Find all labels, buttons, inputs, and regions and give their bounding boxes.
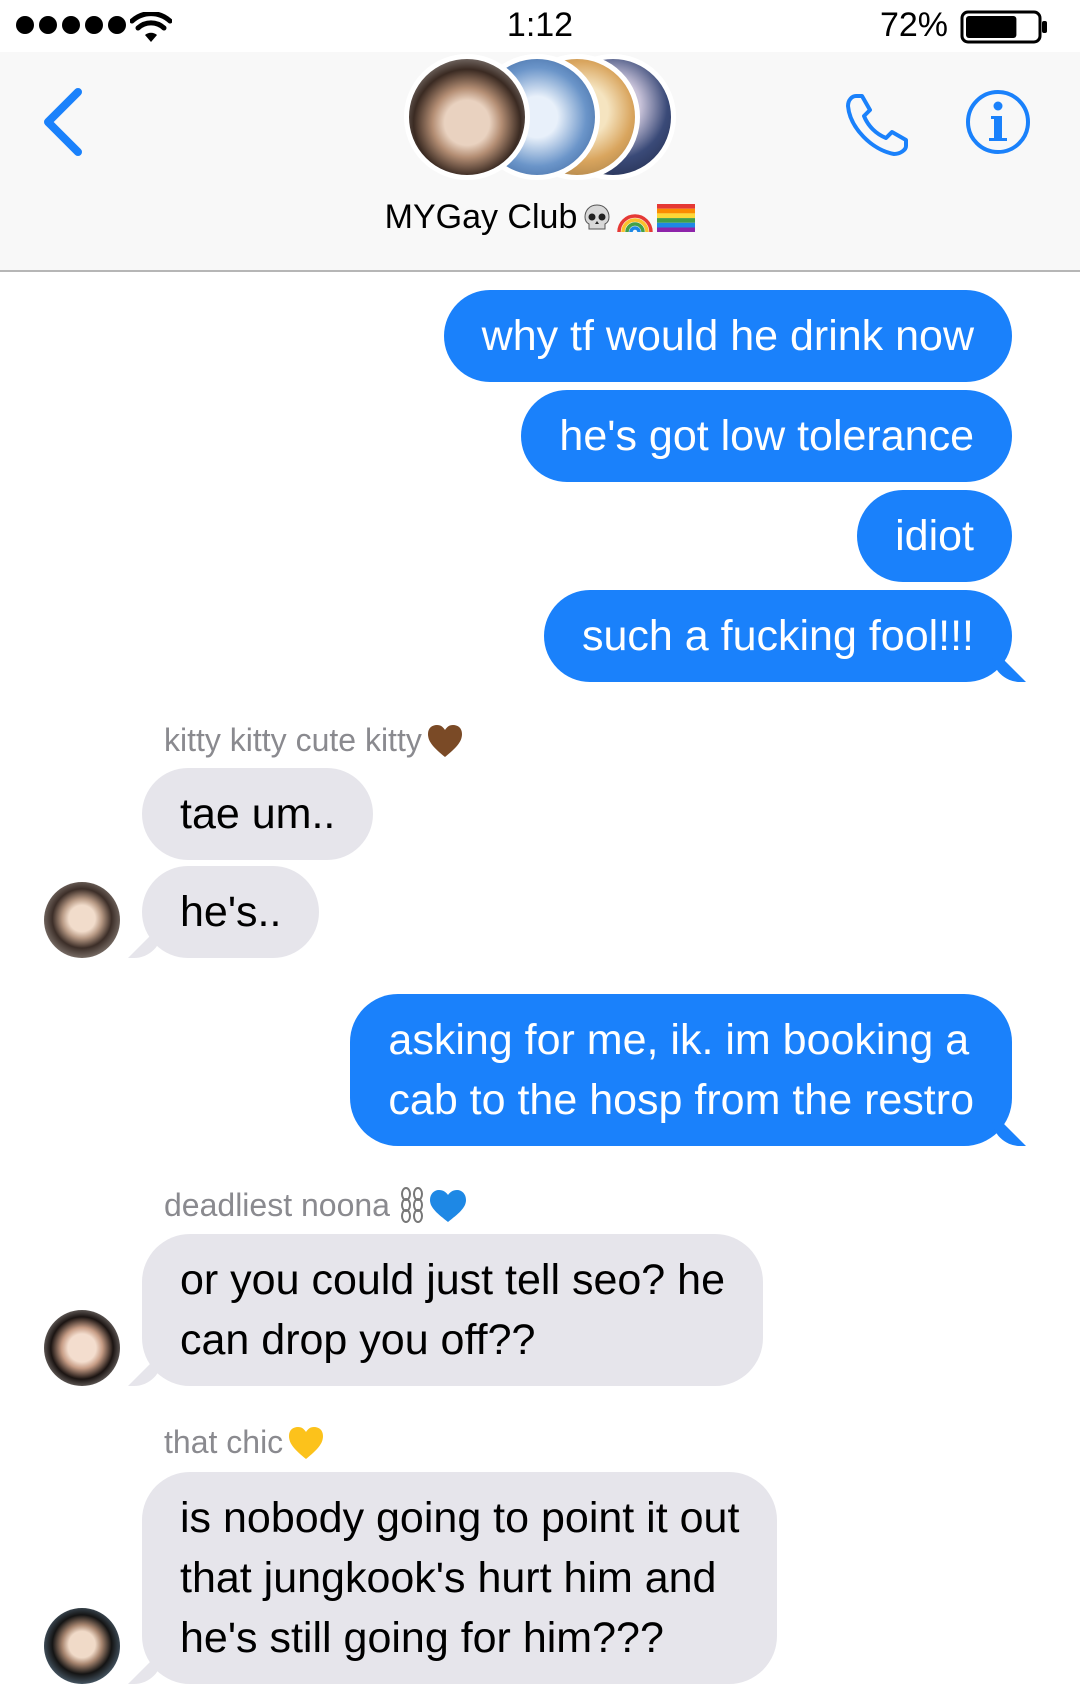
sender-name: kitty kitty cute kitty (164, 722, 464, 759)
rainbow-flag-emoji (657, 203, 696, 232)
status-bar: 1:12 72% (0, 0, 1080, 52)
battery-percentage: 72% (879, 6, 948, 44)
rainbow-emoji (617, 213, 654, 232)
sender-avatar[interactable] (44, 882, 120, 958)
group-title[interactable]: MYGay Club (0, 198, 1080, 237)
conversation-header: MYGay Club (0, 52, 1080, 272)
battery-icon (960, 10, 1047, 44)
phone-icon[interactable] (842, 88, 914, 160)
outgoing-message[interactable]: such a fucking fool!!! (544, 590, 1012, 682)
sender-name: that chic (164, 1424, 325, 1461)
outgoing-message[interactable]: he's got low tolerance (521, 390, 1012, 482)
incoming-message[interactable]: is nobody going to point it out that jun… (142, 1472, 778, 1684)
incoming-message[interactable]: tae um.. (142, 768, 374, 860)
sender-avatar[interactable] (44, 1310, 120, 1386)
outgoing-message[interactable]: why tf would he drink now (443, 290, 1012, 382)
incoming-message[interactable]: or you could just tell seo? he can drop … (142, 1234, 763, 1386)
yellow-heart-emoji (289, 1426, 324, 1459)
group-member-avatar (404, 54, 530, 180)
sender-name: deadliest noona (164, 1186, 470, 1224)
info-icon[interactable] (964, 88, 1032, 156)
group-avatar-stack[interactable] (404, 54, 676, 180)
group-name-text: MYGay Club (384, 198, 578, 236)
outgoing-message[interactable]: asking for me, ik. im booking a cab to t… (350, 994, 1012, 1146)
incoming-message[interactable]: he's.. (142, 866, 320, 958)
brown-heart-emoji (427, 724, 462, 757)
outgoing-message[interactable]: idiot (857, 490, 1012, 582)
back-chevron-icon[interactable] (38, 86, 86, 158)
skull-emoji (584, 203, 610, 229)
chains-blue-heart-emoji (400, 1187, 466, 1223)
sender-avatar[interactable] (44, 1608, 120, 1684)
